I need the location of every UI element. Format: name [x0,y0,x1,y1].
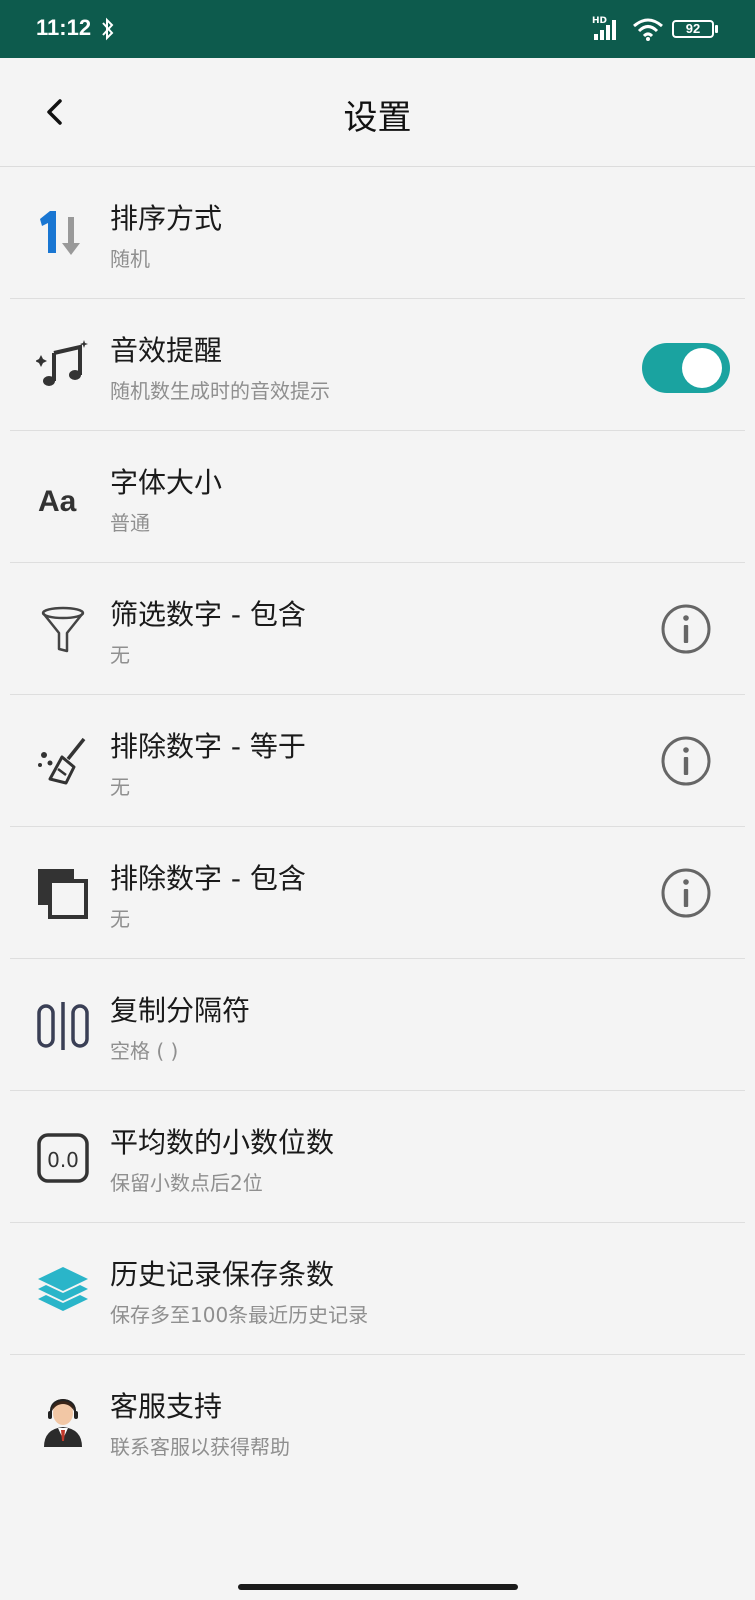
setting-label: 排序方式 [110,202,223,235]
font-size-icon: Aa [38,485,77,518]
setting-value: 保留小数点后2位 [110,1171,263,1195]
sound-alert-toggle[interactable] [642,343,730,393]
bluetooth-icon [102,17,114,41]
music-note-icon [36,340,88,386]
decimal-icon: 0.0 [37,1133,89,1183]
battery-icon: 92 [672,20,720,40]
signal-icon: HD [592,16,616,40]
setting-average-decimals[interactable]: 0.0 平均数的小数位数 保留小数点后2位 [10,1091,745,1223]
setting-label: 排除数字 - 包含 [110,862,306,895]
page-title: 设置 [343,98,412,138]
hd-label: HD [592,16,607,26]
setting-filter-include[interactable]: 筛选数字 - 包含 无 [10,563,745,695]
info-icon[interactable] [660,867,712,919]
layers-icon [38,1267,88,1311]
setting-value: 普通 [110,511,150,535]
setting-exclude-equal[interactable]: 排除数字 - 等于 无 [10,695,745,827]
setting-exclude-include[interactable]: 排除数字 - 包含 无 [10,827,745,959]
setting-label: 客服支持 [110,1390,223,1423]
setting-sort-order[interactable]: 排序方式 随机 [10,167,745,299]
broom-icon [38,737,86,785]
setting-sound-alert[interactable]: 音效提醒 随机数生成时的音效提示 [10,299,745,431]
wifi-icon [633,18,663,41]
battery-level: 92 [685,21,701,36]
setting-value: 无 [110,907,130,931]
info-icon[interactable] [660,735,712,787]
setting-copy-separator[interactable]: 复制分隔符 空格 ( ) [10,959,745,1091]
toggle-knob [682,348,722,388]
setting-label: 复制分隔符 [110,994,251,1027]
filter-funnel-icon [41,606,85,653]
setting-value: 联系客服以获得帮助 [110,1435,290,1459]
status-bar: 11:12 HD 92 [0,0,755,58]
setting-value: 保存多至100条最近历史记录 [110,1303,369,1327]
setting-label: 字体大小 [110,466,223,499]
app-header: 设置 [0,58,755,167]
setting-value: 无 [110,643,130,667]
setting-label: 平均数的小数位数 [110,1126,335,1159]
setting-value: 空格 ( ) [110,1039,179,1063]
info-icon[interactable] [660,603,712,655]
setting-label: 历史记录保存条数 [110,1258,335,1291]
setting-history-count[interactable]: 历史记录保存条数 保存多至100条最近历史记录 [10,1223,745,1355]
setting-label: 筛选数字 - 包含 [110,598,306,631]
setting-label: 排除数字 - 等于 [110,730,306,763]
decimal-icon-text: 0.0 [47,1148,79,1172]
overlap-squares-icon [38,869,88,919]
setting-value: 随机 [110,247,150,271]
setting-customer-support[interactable]: 客服支持 联系客服以获得帮助 [10,1355,745,1486]
setting-value: 无 [110,775,130,799]
setting-font-size[interactable]: Aa 字体大小 普通 [10,431,745,563]
sort-order-icon [40,211,80,255]
setting-label: 音效提醒 [110,334,223,367]
font-size-icon-text: Aa [38,485,77,518]
separator-icon [37,1002,89,1050]
customer-service-icon [44,1398,82,1447]
setting-value: 随机数生成时的音效提示 [110,379,330,403]
home-indicator[interactable] [238,1584,518,1590]
status-time: 11:12 [36,15,92,40]
settings-list: 排序方式 随机 音效提醒 随机数生成时的音效提示 Aa 字体大小 普通 筛选数字… [10,167,745,1486]
